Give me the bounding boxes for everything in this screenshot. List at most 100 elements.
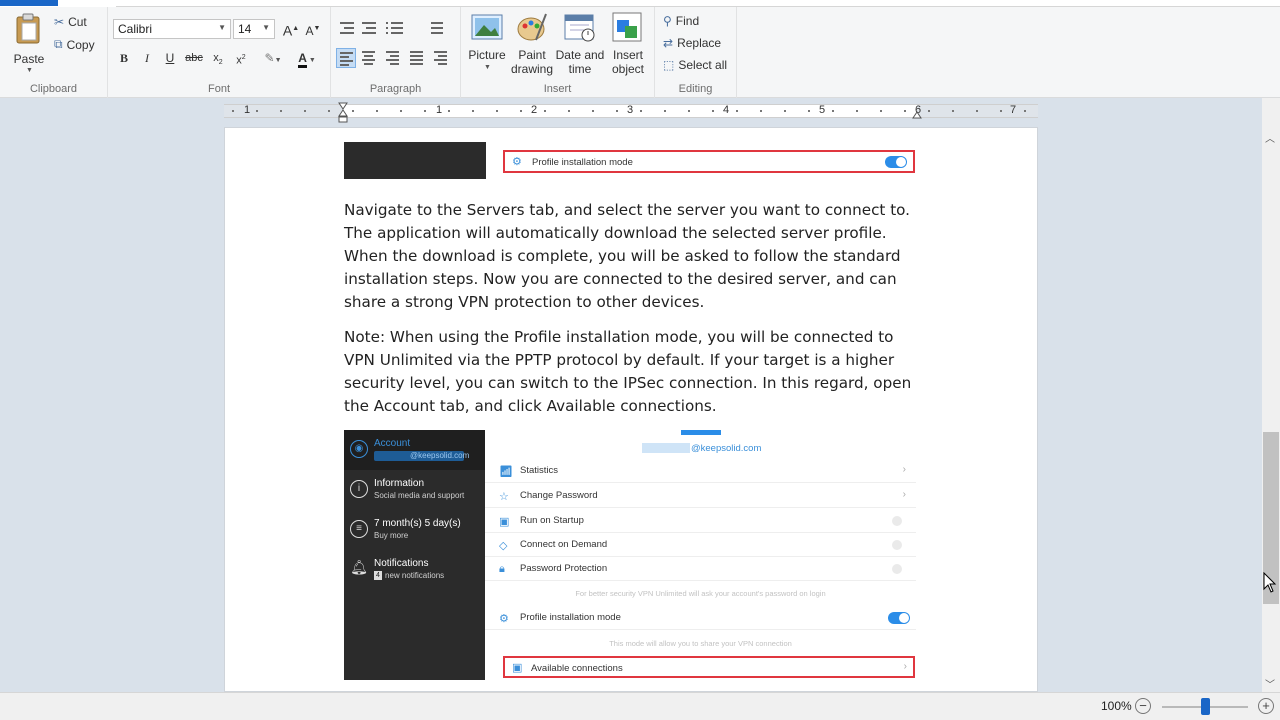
chevron-down-icon: ▼ (484, 64, 491, 71)
copy-icon: ⧉ (54, 37, 63, 51)
insert-object-icon (612, 12, 642, 42)
increase-indent-icon[interactable] (359, 19, 379, 39)
list-item: ▣ Run on Startup (485, 509, 916, 533)
right-indent-marker[interactable] (912, 110, 922, 120)
decrease-indent-icon[interactable] (337, 19, 357, 39)
connections-icon: ▣ (512, 662, 523, 674)
chevron-right-icon: › (903, 661, 907, 672)
picture-button[interactable]: Picture ▼ (465, 11, 509, 79)
zoom-out-button[interactable]: − (1135, 698, 1151, 714)
list-item: 🔒︎ Password Protection (485, 557, 916, 581)
ruler-tick (568, 110, 570, 112)
replace-icon: ⇄ (663, 36, 674, 50)
justify-icon[interactable] (407, 48, 427, 68)
document-page[interactable]: ⚙ Profile installation mode Navigate to … (224, 127, 1038, 692)
bold-icon[interactable]: B (114, 48, 134, 68)
replace-label: Replace (677, 36, 722, 50)
chevron-down-icon: ▼ (262, 23, 270, 32)
font-family-select[interactable]: Calibri ▼ (113, 19, 231, 39)
font-size-select[interactable]: 14 ▼ (233, 19, 275, 39)
sidebar-subscription-title: 7 month(s) 5 day(s) (374, 518, 461, 529)
editing-group-label: Editing (678, 83, 713, 95)
copy-button[interactable]: ⧉ Copy (54, 37, 95, 52)
align-center-icon[interactable] (359, 48, 379, 68)
ruler[interactable]: 1 1 2 3 4 5 6 7 (224, 102, 1038, 123)
ruler-tick (280, 110, 282, 112)
zoom-in-button[interactable]: + (1258, 698, 1274, 714)
ruler-tick (592, 110, 594, 112)
font-color-icon[interactable]: A ▼ (292, 48, 322, 68)
ruler-tick (424, 110, 426, 112)
font-family-value: Calibri (118, 22, 153, 36)
ruler-number: 2 (531, 104, 538, 116)
line-spacing-icon[interactable] (423, 19, 451, 39)
ruler-tick (664, 110, 666, 112)
account-icon: ◉ (350, 440, 368, 458)
align-right-icon[interactable] (383, 48, 403, 68)
row-label: Change Password (520, 490, 598, 501)
align-left-icon[interactable] (336, 48, 356, 68)
subscript-icon[interactable]: x2 (208, 48, 228, 68)
ruler-left-margin (224, 105, 343, 117)
toggle-off-icon (892, 516, 902, 526)
clipboard-group-label: Clipboard (29, 83, 78, 95)
notification-badge: 4 (374, 571, 382, 580)
document-paragraph-1: Navigate to the Servers tab, and select … (344, 201, 911, 311)
account-email: @keepsolid.com (691, 443, 762, 454)
sidebar-subscription: ≡ 7 month(s) 5 day(s) Buy more (344, 518, 485, 548)
calendar-clock-icon (564, 14, 595, 42)
app-screenshot-sidebar-fragment (344, 142, 486, 179)
scroll-down-icon[interactable]: ﹀ (1265, 676, 1275, 691)
row-label: Password Protection (520, 563, 608, 574)
file-tab[interactable] (0, 0, 58, 6)
italic-icon[interactable]: I (137, 48, 157, 68)
sidebar-information-sub: Social media and support (374, 491, 465, 500)
ruler-tick (376, 110, 378, 112)
paint-palette-icon (517, 13, 547, 41)
superscript-icon[interactable]: x2 (231, 48, 251, 68)
available-connections-label: Available connections (531, 663, 623, 674)
strikethrough-icon[interactable]: abc (184, 48, 204, 68)
list-item: ☆ Change Password › (485, 484, 916, 508)
sidebar-information: i Information Social media and support (344, 478, 485, 508)
star-icon: ☆ (499, 491, 509, 503)
status-bar: 100% − + (0, 692, 1280, 720)
ruler-number: 1 (436, 104, 443, 116)
replace-button[interactable]: ⇄ Replace (663, 36, 721, 50)
toggle-on-icon (888, 612, 910, 624)
paragraph-settings-icon[interactable] (431, 48, 451, 68)
zoom-slider-thumb[interactable] (1201, 698, 1210, 715)
underline-icon[interactable]: U (160, 48, 180, 68)
chevron-down-icon: ▼ (26, 67, 33, 74)
find-button[interactable]: ⚲ Find (663, 14, 699, 28)
date-time-button[interactable]: Date and time (555, 11, 605, 79)
ruler-tick (400, 110, 402, 112)
paragraph-group-label: Paragraph (369, 83, 422, 95)
insert-group: Picture ▼ Paint drawing Date and time In… (461, 7, 655, 98)
highlight-color-icon[interactable]: ✎▼ (258, 48, 288, 68)
copy-label: Copy (66, 37, 95, 52)
cut-button[interactable]: ✂ Cut (54, 15, 87, 29)
chevron-right-icon: › (902, 489, 906, 500)
sidebar-account-title: Account (374, 438, 411, 449)
date-time-label-2: time (568, 62, 592, 76)
chevron-right-icon: › (902, 464, 906, 475)
diamond-icon: ◇ (499, 540, 508, 552)
paint-drawing-button[interactable]: Paint drawing (509, 11, 555, 79)
ruler-tick (448, 110, 450, 112)
insert-object-button[interactable]: Insert object (605, 11, 651, 79)
ruler-tick (472, 110, 474, 112)
ruler-tick (688, 110, 690, 112)
grow-font-icon[interactable]: A▲ (281, 19, 301, 39)
paste-button[interactable]: Paste ▼ (8, 11, 50, 77)
scroll-up-icon[interactable]: ︿ (1265, 130, 1275, 145)
ruler-tick (856, 110, 858, 112)
select-all-button[interactable]: ⬚ Select all (663, 58, 727, 72)
ruler-tick (520, 110, 522, 112)
bullets-icon[interactable] (385, 19, 413, 39)
shrink-font-icon[interactable]: A▼ (303, 19, 323, 39)
font-group: Calibri ▼ 14 ▼ A▲ A▼ B I U abc x2 x2 ✎▼ … (108, 7, 331, 98)
first-line-indent-marker[interactable] (338, 102, 348, 124)
ruler-number: 3 (627, 104, 634, 116)
ruler-tick (496, 110, 498, 112)
